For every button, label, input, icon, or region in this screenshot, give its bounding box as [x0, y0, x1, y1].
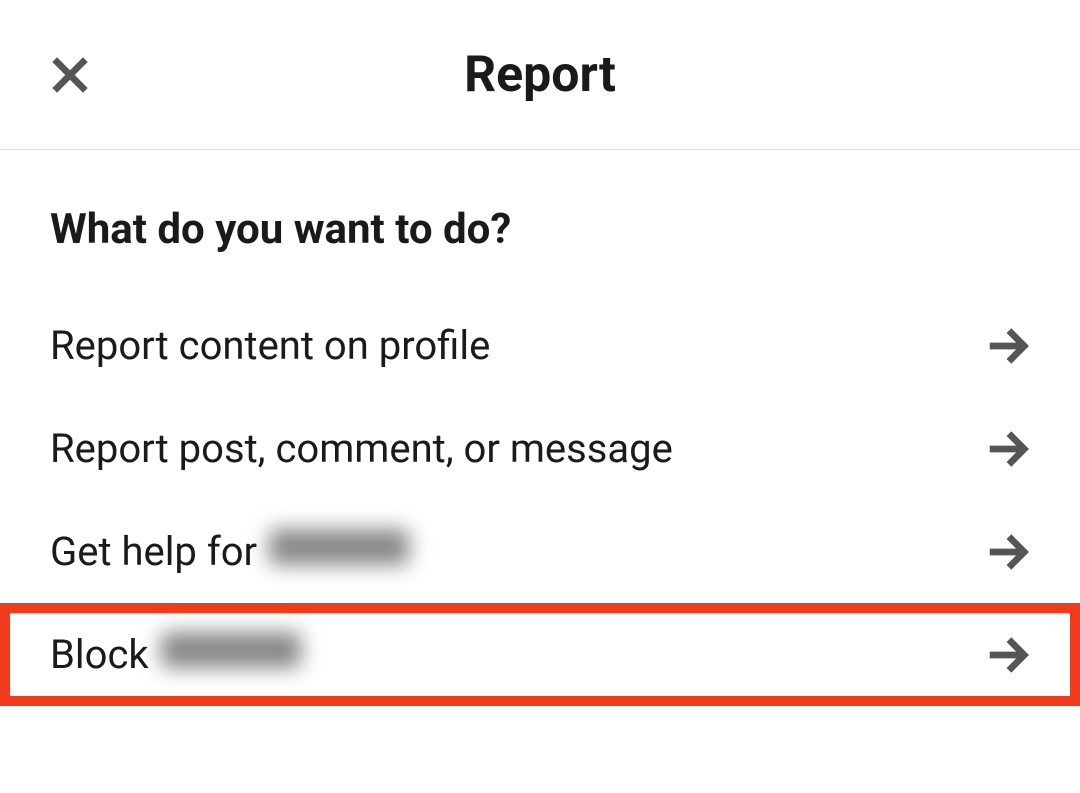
option-report-post[interactable]: Report post, comment, or message [0, 397, 1080, 500]
content: What do you want to do? Report content o… [0, 150, 1080, 706]
option-label: Get help for [50, 528, 257, 575]
option-label-wrap: Get help for [50, 528, 409, 575]
option-label-wrap: Report content on profile [50, 322, 490, 369]
arrow-right-icon [984, 529, 1030, 575]
arrow-right-icon [984, 632, 1030, 678]
close-button[interactable] [40, 45, 100, 105]
redacted-name [161, 632, 301, 668]
option-get-help[interactable]: Get help for [0, 500, 1080, 603]
option-block[interactable]: Block [0, 603, 1080, 706]
option-label-wrap: Block [50, 631, 301, 678]
option-label-wrap: Report post, comment, or message [50, 425, 673, 472]
arrow-right-icon [984, 323, 1030, 369]
redacted-name [269, 529, 409, 565]
option-report-content[interactable]: Report content on profile [0, 294, 1080, 397]
section-heading: What do you want to do? [0, 205, 1080, 254]
option-label: Block [50, 631, 149, 678]
close-icon [47, 52, 93, 98]
page-title: Report [0, 46, 1080, 104]
header: Report [0, 0, 1080, 150]
option-label: Report content on profile [50, 322, 490, 369]
option-label: Report post, comment, or message [50, 425, 673, 472]
arrow-right-icon [984, 426, 1030, 472]
